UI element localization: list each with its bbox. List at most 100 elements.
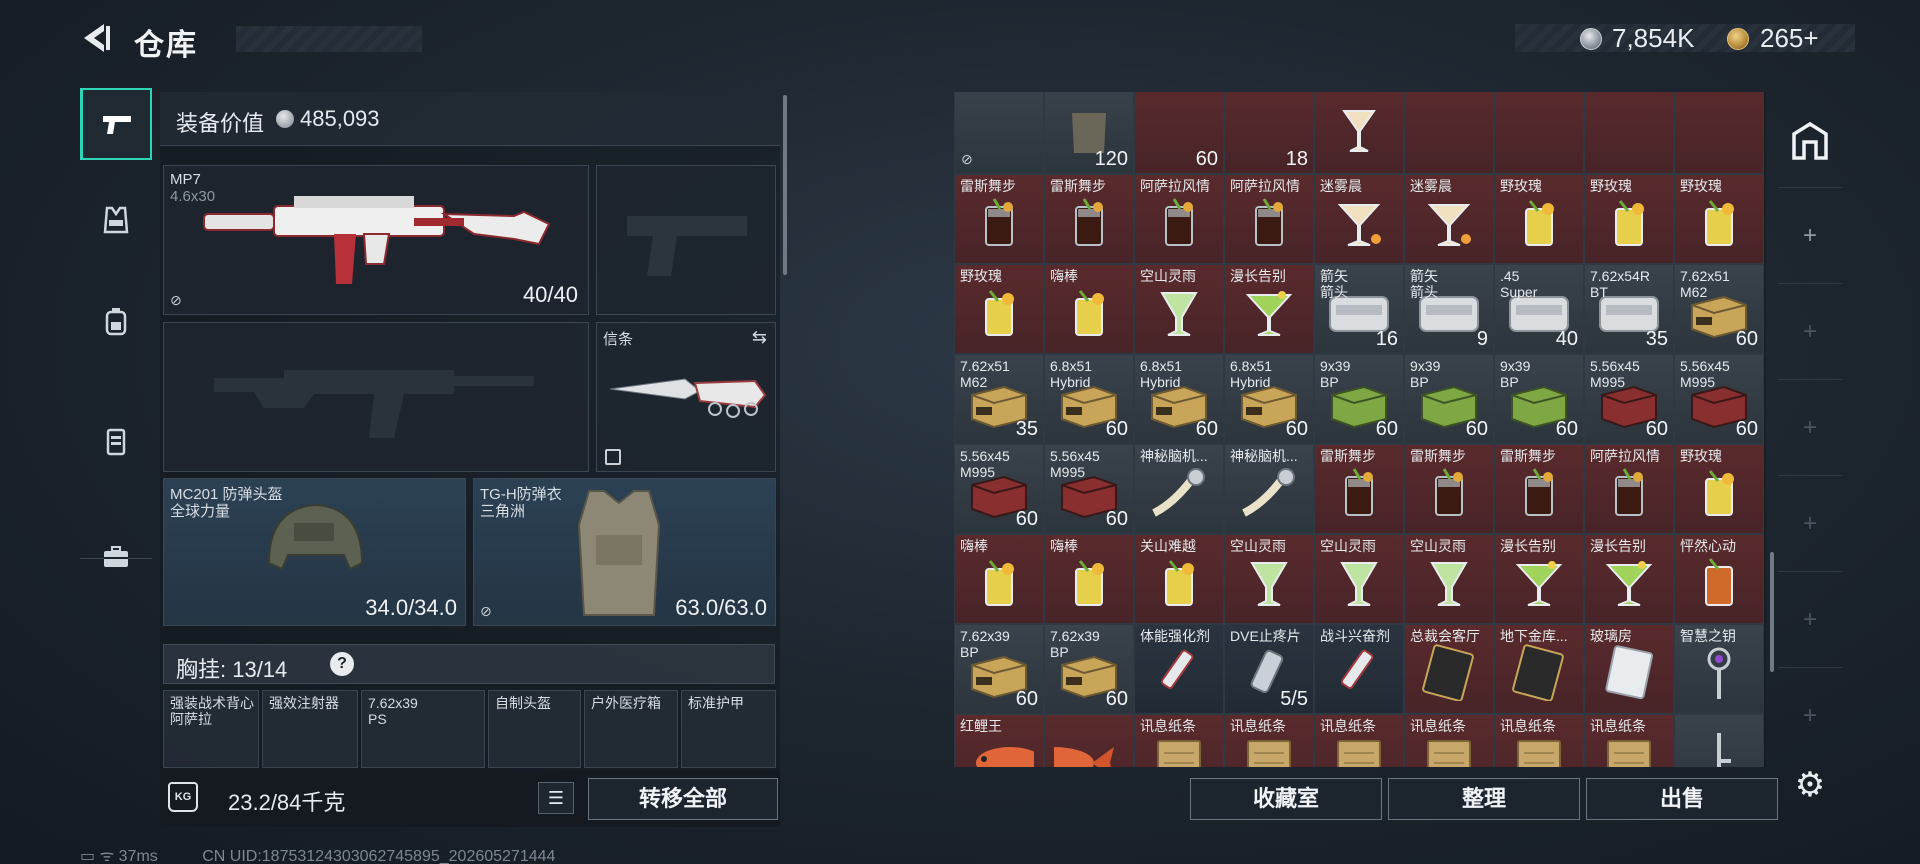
helmet-slot[interactable]: MC201 防弹头盔 全球力量 34.0/34.0 [163, 478, 466, 626]
rail-weapon[interactable] [80, 88, 152, 160]
storage-item[interactable] [1494, 92, 1584, 174]
storage-item[interactable] [1584, 92, 1674, 174]
sell-button[interactable]: 出售 [1586, 778, 1778, 820]
storage-item[interactable]: 6.8x51 Hybrid 60 [1134, 354, 1224, 444]
gear-icon[interactable]: ⚙ [1790, 765, 1830, 805]
storage-item[interactable]: 漫长告别 [1494, 534, 1584, 624]
storage-item[interactable]: DVE止疼片 5/5 [1224, 624, 1314, 714]
rail-backpack[interactable] [80, 286, 152, 358]
storage-item[interactable]: 战斗兴奋剂 [1314, 624, 1404, 714]
storage-item[interactable]: 7.62x51 M62 60 [1674, 264, 1764, 354]
storage-item[interactable]: 野玫瑰 [1584, 174, 1674, 264]
storage-item[interactable]: 神秘脑机... [1224, 444, 1314, 534]
help-icon[interactable]: ? [330, 652, 354, 676]
storage-item[interactable]: 神秘脑机... [1134, 444, 1224, 534]
storage-item[interactable]: 120 [1044, 92, 1134, 174]
storage-item[interactable] [1674, 714, 1764, 767]
vest-slot[interactable]: 强效注射器 [262, 690, 358, 768]
add-tab-6[interactable]: + [1778, 668, 1842, 764]
primary-weapon-slot[interactable]: MP7 4.6x30 ⊘ 40/40 [163, 165, 589, 315]
vest-slot[interactable]: 户外医疗箱 [584, 690, 678, 768]
storage-item[interactable]: 漫长告别 [1224, 264, 1314, 354]
add-tab-3[interactable]: + [1778, 380, 1842, 476]
swap-icon[interactable]: ⇆ [752, 327, 767, 348]
storage-item[interactable]: 60 [1134, 92, 1224, 174]
secondary-weapon-slot[interactable] [596, 165, 776, 315]
add-tab-5[interactable]: + [1778, 572, 1842, 668]
storage-item[interactable]: 5.56x45 M995 60 [1584, 354, 1674, 444]
vest-slot[interactable]: 7.62x39 PS [361, 690, 485, 768]
currency2-value[interactable]: 265+ [1760, 23, 1819, 54]
storage-item[interactable] [1404, 92, 1494, 174]
storage-item[interactable]: 7.62x51 M62 35 [954, 354, 1044, 444]
transfer-all-button[interactable]: 转移全部 [588, 778, 778, 820]
rail-vest[interactable] [80, 184, 152, 256]
storage-item[interactable]: 6.8x51 Hybrid 60 [1044, 354, 1134, 444]
storage-item[interactable]: 关山难越 [1134, 534, 1224, 624]
storage-item[interactable]: 18 [1224, 92, 1314, 174]
storage-item[interactable]: 空山灵雨 [1134, 264, 1224, 354]
storage-item[interactable]: 空山灵雨 [1314, 534, 1404, 624]
add-tab-1[interactable]: + [1778, 188, 1842, 284]
storage-item[interactable]: 讯息纸条 [1584, 714, 1674, 767]
storage-item[interactable] [1674, 92, 1764, 174]
storage-item[interactable]: 雷斯舞步 [1044, 174, 1134, 264]
storage-item[interactable]: 讯息纸条 [1314, 714, 1404, 767]
storage-item[interactable]: 5.56x45 M995 60 [1674, 354, 1764, 444]
storage-item[interactable]: 雷斯舞步 [1404, 444, 1494, 534]
storage-item[interactable]: 5.56x45 M995 60 [954, 444, 1044, 534]
storage-item[interactable]: 野玫瑰 [1494, 174, 1584, 264]
storage-item[interactable]: 讯息纸条 [1224, 714, 1314, 767]
armor-slot[interactable]: TG-H防弹衣 三角洲 ⊘ 63.0/63.0 [473, 478, 776, 626]
storage-item[interactable] [1044, 714, 1134, 767]
storage-item[interactable]: 9x39 BP 60 [1314, 354, 1404, 444]
storage-item[interactable]: 阿萨拉风情 [1224, 174, 1314, 264]
storage-item[interactable]: 怦然心动 [1674, 534, 1764, 624]
storage-item[interactable]: 空山灵雨 [1404, 534, 1494, 624]
rifle-slot[interactable] [163, 322, 589, 472]
storage-item[interactable]: 7.62x39 BP 60 [954, 624, 1044, 714]
storage-item[interactable]: 嗨棒 [1044, 534, 1134, 624]
storage-item[interactable]: 6.8x51 Hybrid 60 [1224, 354, 1314, 444]
list-view-button[interactable]: ☰ [538, 782, 574, 814]
storage-tab-home[interactable] [1778, 92, 1842, 188]
storage-item[interactable]: 嗨棒 [1044, 264, 1134, 354]
storage-item[interactable]: 7.62x54R BT 35 [1584, 264, 1674, 354]
vest-slot[interactable]: 标准护甲 [681, 690, 776, 768]
storage-item[interactable]: 野玫瑰 [1674, 174, 1764, 264]
vest-slot[interactable]: 自制头盔 [488, 690, 581, 768]
storage-item[interactable]: 总裁会客厅 [1404, 624, 1494, 714]
storage-item[interactable]: 阿萨拉风情 [1134, 174, 1224, 264]
storage-item[interactable]: 箭矢 箭头 9 [1404, 264, 1494, 354]
storage-item[interactable]: 玻璃房 [1584, 624, 1674, 714]
melee-slot[interactable]: 信条 ⇆ [596, 322, 776, 472]
add-tab-4[interactable]: + [1778, 476, 1842, 572]
storage-item[interactable]: 地下金库... [1494, 624, 1584, 714]
storage-item[interactable]: 9x39 BP 60 [1404, 354, 1494, 444]
storage-item[interactable]: 智慧之钥 [1674, 624, 1764, 714]
back-arrow-icon[interactable] [78, 20, 114, 56]
storage-item[interactable] [1314, 92, 1404, 174]
storage-item[interactable]: 体能强化剂 [1134, 624, 1224, 714]
storage-item[interactable]: 迷雾晨 [1314, 174, 1404, 264]
storage-item[interactable]: ⊘ [954, 92, 1044, 174]
storage-item[interactable]: 野玫瑰 [954, 264, 1044, 354]
storage-item[interactable]: 野玫瑰 [1674, 444, 1764, 534]
storage-item[interactable]: 雷斯舞步 [1494, 444, 1584, 534]
storage-item[interactable]: 讯息纸条 [1494, 714, 1584, 767]
sort-button[interactable]: 整理 [1388, 778, 1580, 820]
storage-item[interactable]: 空山灵雨 [1224, 534, 1314, 624]
storage-item[interactable]: 雷斯舞步 [1314, 444, 1404, 534]
storage-item[interactable]: 红鲤王 [954, 714, 1044, 767]
storage-item[interactable]: 讯息纸条 [1134, 714, 1224, 767]
storage-item[interactable]: 漫长告别 [1584, 534, 1674, 624]
storage-item[interactable]: .45 Super 40 [1494, 264, 1584, 354]
storage-item[interactable]: 嗨棒 [954, 534, 1044, 624]
add-tab-2[interactable]: + [1778, 284, 1842, 380]
rail-case[interactable] [80, 522, 152, 594]
storage-item[interactable]: 迷雾晨 [1404, 174, 1494, 264]
storage-item[interactable]: 雷斯舞步 [954, 174, 1044, 264]
storage-item[interactable]: 阿萨拉风情 [1584, 444, 1674, 534]
rail-pouch[interactable] [80, 406, 152, 478]
storage-item[interactable]: 7.62x39 BP 60 [1044, 624, 1134, 714]
